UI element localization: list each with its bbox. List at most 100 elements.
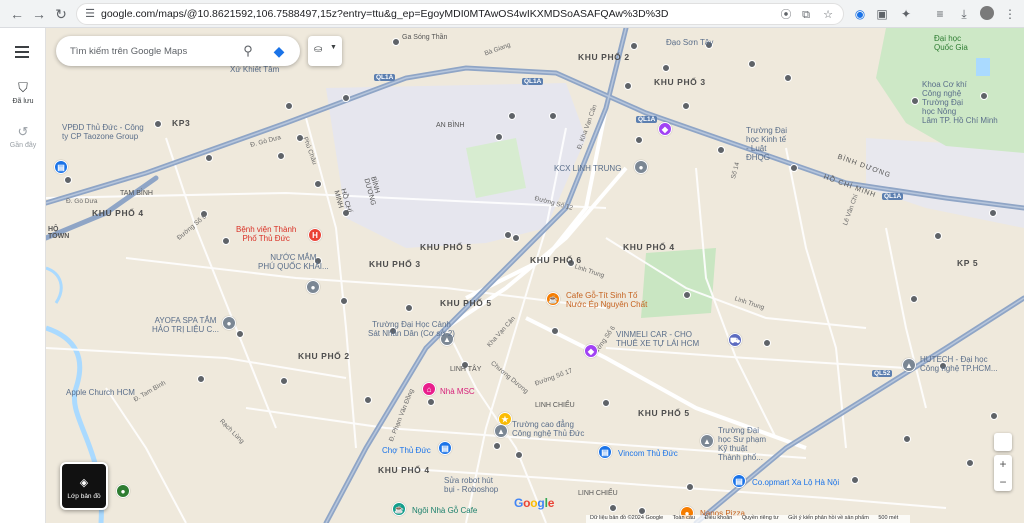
area-kp4-w: KHU PHỐ 4: [92, 208, 144, 218]
supermarket-pin-icon[interactable]: ▤: [732, 474, 746, 488]
poi-roboshop[interactable]: Sửa robot hút bụi - Roboshop: [444, 476, 498, 494]
menu-icon[interactable]: [15, 46, 29, 58]
area-linh-chieu-2: LINH CHIỂU: [578, 490, 618, 497]
search-box[interactable]: ⚲ ◆: [56, 36, 300, 66]
reload-icon[interactable]: ↻: [52, 5, 70, 23]
poi-dh-kinh-te[interactable]: Trường Đại học Kinh tế - Luật ĐHQG: [746, 126, 787, 162]
location-icon[interactable]: ⦿: [779, 8, 793, 22]
shop-pin-icon[interactable]: ●: [306, 280, 320, 294]
cafe-pin-icon[interactable]: ☕: [546, 292, 560, 306]
mall-pin-icon[interactable]: ▤: [598, 445, 612, 459]
poi-cho-thu-duc[interactable]: Chợ Thủ Đức: [382, 446, 431, 455]
poi-cafe-go[interactable]: Cafe Gỗ-Tít Sinh Tố Nước Ép Nguyên Chất: [566, 291, 647, 309]
area-kp2-n: KHU PHỐ 2: [578, 52, 630, 62]
more-menu-icon[interactable]: ⋮: [1002, 6, 1018, 22]
poi-dh-nong-lam[interactable]: Khoa Cơ khí Công nghệ Trường Đại học Nôn…: [922, 80, 998, 125]
car-rental-pin-icon[interactable]: ⛟: [728, 333, 742, 347]
reading-list-icon[interactable]: ≡: [932, 6, 948, 22]
industrial-pin-icon[interactable]: ●: [634, 160, 648, 174]
poi-cao-dang[interactable]: Trường cao đẳng Công nghệ Thủ Đức: [512, 420, 584, 438]
map-base: [46, 28, 1024, 523]
location-button[interactable]: [994, 433, 1012, 451]
poi-ayofa[interactable]: AYOFA SPA TẮM HẢO TRỊ LIỆU C...: [152, 316, 219, 334]
footer-privacy-link[interactable]: Quyền riêng tư: [742, 515, 779, 521]
poi-vpdd[interactable]: VPĐD Thủ Đức - Công ty CP Taozone Group: [62, 123, 144, 141]
shopping-pin-icon-2[interactable]: ◆: [658, 122, 672, 136]
cafe-teal-pin-icon[interactable]: ☕: [392, 502, 406, 516]
extensions-puzzle-icon[interactable]: ✦: [898, 6, 914, 22]
recent-button[interactable]: ↺ Gần đây: [0, 124, 46, 149]
profile-avatar[interactable]: [980, 6, 994, 20]
college-pin-icon[interactable]: ▲: [494, 424, 508, 438]
address-bar[interactable]: ☰ google.com/maps/@10.8621592,106.758849…: [76, 3, 844, 25]
area-kp5-e: KP 5: [957, 258, 979, 268]
back-icon[interactable]: ←: [8, 5, 26, 23]
shop-blue-pin-icon[interactable]: ▤: [54, 160, 68, 174]
area-linh-tay: LINH TÂY: [450, 366, 482, 373]
bookmark-star-icon[interactable]: ☆: [821, 8, 835, 22]
poi-benh-vien[interactable]: Bệnh viện Thành Phố Thủ Đức: [236, 225, 296, 243]
saved-button[interactable]: ⛉ Đã lưu: [0, 80, 46, 105]
poi-dhsp[interactable]: Trường Đại học Sư phạm Kỹ thuật Thành ph…: [718, 426, 766, 462]
area-kp2: KHU PHỐ 2: [298, 351, 350, 361]
layers-button[interactable]: ◈ Lớp bản đồ: [60, 462, 108, 510]
url-text[interactable]: google.com/maps/@10.8621592,106.7588497,…: [101, 8, 668, 20]
shopping-pin-icon[interactable]: ◆: [584, 344, 598, 358]
poi-kcx-linh-trung[interactable]: KCX LINH TRUNG: [554, 164, 621, 173]
bookmark-icon: ⛉: [18, 80, 28, 95]
area-kp4-c: KHU PHỐ 4: [623, 242, 675, 252]
poi-nha-msc[interactable]: Nhà MSC: [440, 387, 475, 396]
hotel-icon[interactable]: ⛀: [314, 44, 322, 55]
university-pin-icon-2[interactable]: ▲: [700, 434, 714, 448]
footer-terms-link[interactable]: Điều khoản: [704, 515, 732, 521]
park-pin-icon[interactable]: ●: [116, 484, 130, 498]
layers-label: Lớp bản đồ: [67, 493, 101, 500]
search-icon[interactable]: ⚲: [239, 42, 257, 60]
area-kp5-c: KHU PHỐ 5: [420, 242, 472, 252]
map-footer: Dữ liệu bản đồ ©2024 Google Toàn cầu Điề…: [586, 515, 911, 523]
poi-truong-canh-sat[interactable]: Trường Đại Học Cảnh Sát Nhân Dân (Cơ sở …: [368, 320, 455, 338]
search-input[interactable]: [70, 44, 230, 58]
camera-icon[interactable]: ▣: [874, 6, 890, 22]
area-tam-binh: TAM BÌNH: [120, 190, 153, 197]
road-shield-ql52: QL52: [872, 370, 893, 377]
poi-xu-khiet-tam[interactable]: Xứ Khiết Tâm: [230, 65, 279, 74]
zoom-out-button[interactable]: −: [994, 473, 1012, 491]
category-chip[interactable]: ⛀ ▼: [308, 36, 342, 66]
area-ho-town: HỘ TOWN: [48, 226, 70, 240]
extension-ai-icon[interactable]: ◉: [852, 6, 868, 22]
area-kp3-w: KP3: [172, 118, 191, 128]
layers-icon: ◈: [79, 477, 89, 489]
road-shield-ql1a: QL1A: [636, 116, 658, 123]
map-canvas[interactable]: KP3 KHU PHỐ 4 KHU PHỐ 5 KHU PHỐ 3 KHU PH…: [46, 28, 1024, 523]
download-icon[interactable]: ⤓: [956, 6, 972, 22]
area-kp4-s: KHU PHỐ 4: [378, 465, 430, 475]
market-pin-icon[interactable]: ▤: [438, 441, 452, 455]
install-app-icon[interactable]: ⧉: [799, 8, 813, 22]
poi-hutech[interactable]: HUTECH - Đại học Công nghệ TP.HCM...: [920, 355, 998, 373]
poi-dh-quoc-gia[interactable]: Đại học Quốc Gia: [934, 34, 968, 52]
poi-nuoc-mam[interactable]: NƯỚC MẮM PHÚ QUỐC KHẢI...: [258, 253, 329, 271]
poi-coopmart[interactable]: Co.opmart Xa Lộ Hà Nội: [752, 478, 839, 487]
footer-map-data: Dữ liệu bản đồ ©2024 Google: [590, 515, 664, 521]
poi-dao-son-tay[interactable]: Đạo Sơn Tây: [666, 38, 713, 47]
poi-vinmeli[interactable]: VINMELI CAR - CHO THUÊ XE TỰ LÁI HCM: [616, 330, 699, 348]
directions-icon[interactable]: ◆: [270, 42, 288, 60]
road-shield-ql1a: QL1A: [522, 78, 544, 85]
footer-scale[interactable]: 500 mét: [878, 515, 898, 521]
maps-sidebar: ⛉ Đã lưu ↺ Gần đây: [0, 28, 46, 523]
spa-pin-icon[interactable]: ●: [222, 316, 236, 330]
hospital-pin-icon[interactable]: H: [308, 228, 322, 242]
footer-feedback-link[interactable]: Gửi ý kiến phản hồi về sản phẩm: [788, 515, 869, 521]
forward-icon[interactable]: →: [30, 5, 48, 23]
site-info-icon[interactable]: ☰: [83, 7, 97, 21]
university-pin-icon[interactable]: ▲: [902, 358, 916, 372]
poi-apple-church[interactable]: Apple Church HCM: [66, 388, 135, 397]
house-pin-icon[interactable]: ⌂: [422, 382, 436, 396]
saved-label: Đã lưu: [12, 98, 34, 105]
footer-global-link[interactable]: Toàn cầu: [673, 515, 695, 521]
zoom-in-button[interactable]: +: [994, 455, 1012, 473]
chevron-down-icon[interactable]: ▼: [330, 44, 337, 51]
poi-vincom[interactable]: Vincom Thủ Đức: [618, 449, 678, 458]
poi-ngoi-nha-go[interactable]: Ngôi Nhà Gỗ Cafe: [412, 506, 477, 515]
